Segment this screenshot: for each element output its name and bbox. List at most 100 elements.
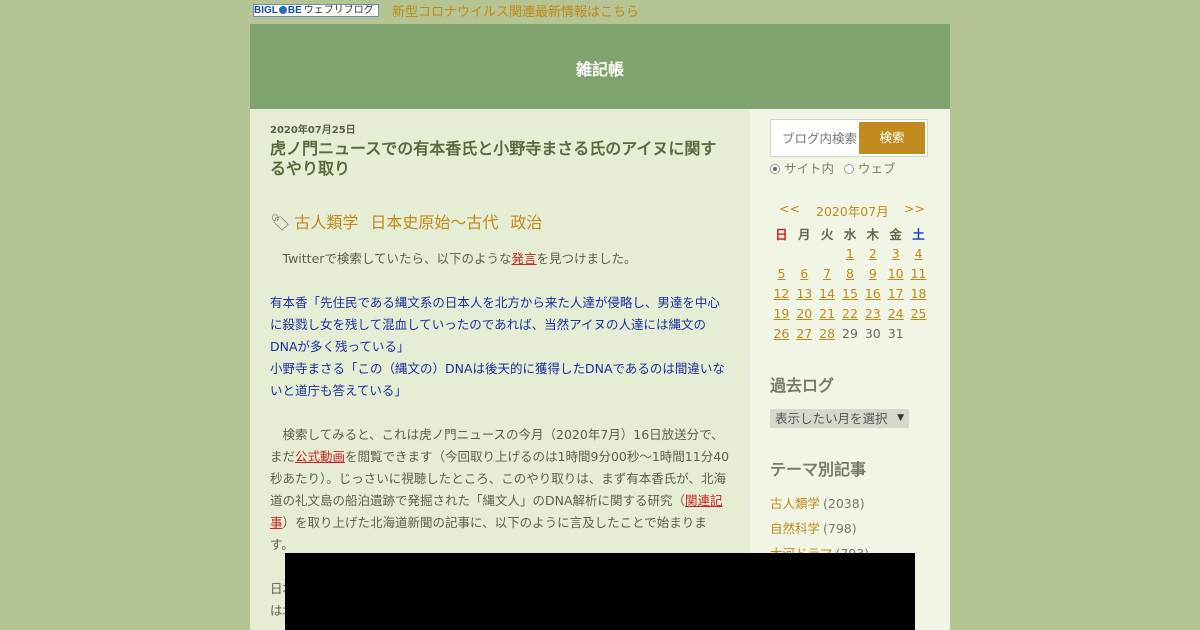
calendar-day: 29 — [842, 325, 858, 341]
sidebar: 検索 サイト内 ウェブ << 2020年07月 >> 日月火水木金土 12345… — [750, 109, 950, 630]
radio-web[interactable] — [844, 164, 854, 174]
post-title[interactable]: 虎ノ門ニュースでの有本香氏と小野寺まさる氏のアイヌに関するやり取り — [270, 139, 730, 179]
calendar-day[interactable]: 11 — [907, 263, 930, 283]
calendar-day-link[interactable]: 24 — [888, 306, 904, 321]
calendar-day — [770, 243, 793, 263]
globe-icon — [278, 6, 287, 14]
calendar-day[interactable]: 8 — [839, 263, 862, 283]
official-video-link[interactable]: 公式動画 — [295, 449, 345, 464]
top-bar: BIGL BE ウェブリブログ 新型コロナウイルス関連最新情報はこちら — [252, 0, 952, 24]
biglobe-logo[interactable]: BIGL BE ウェブリブログ — [253, 4, 379, 17]
covid-info-link[interactable]: 新型コロナウイルス関連最新情報はこちら — [392, 1, 639, 20]
calendar-day[interactable]: 4 — [907, 243, 930, 263]
calendar-month-link[interactable]: 2020年07月 — [816, 201, 889, 220]
archive-month-select[interactable]: 表示したい月を選択 ▼ — [770, 409, 909, 428]
calendar-nav: << 2020年07月 >> — [770, 201, 930, 221]
calendar-day-link[interactable]: 27 — [796, 326, 812, 341]
search-input[interactable] — [772, 121, 860, 155]
calendar-day: 31 — [887, 325, 904, 341]
calendar-day[interactable]: 13 — [793, 283, 816, 303]
search-button[interactable]: 検索 — [859, 122, 925, 154]
calendar-day-link[interactable]: 3 — [892, 246, 900, 261]
calendar-day-link[interactable]: 16 — [865, 286, 881, 301]
calendar-day[interactable]: 5 — [770, 263, 793, 283]
calendar-day-link[interactable]: 15 — [842, 286, 858, 301]
theme-link[interactable]: 自然科学 — [770, 521, 820, 536]
theme-link[interactable]: 古人類学 — [770, 496, 820, 511]
calendar-week: 1234 — [770, 243, 930, 263]
calendar-day[interactable]: 26 — [770, 323, 793, 343]
calendar-day-link[interactable]: 7 — [823, 266, 831, 281]
main-content: 2020年07月25日 虎ノ門ニュースでの有本香氏と小野寺まさる氏のアイヌに関す… — [250, 109, 750, 630]
calendar-day — [907, 323, 930, 343]
calendar-day[interactable]: 22 — [839, 303, 862, 323]
calendar-day[interactable]: 1 — [839, 243, 862, 263]
calendar-week: 12 13 14 15 16 17 18 — [770, 283, 930, 303]
calendar-prev-link[interactable]: << — [779, 201, 800, 216]
calendar-day[interactable]: 18 — [907, 283, 930, 303]
calendar-day-link[interactable]: 13 — [796, 286, 812, 301]
tag-link[interactable]: 古人類学 — [294, 213, 358, 232]
calendar-week: 19 20 21 22 23 24 25 — [770, 303, 930, 323]
calendar-day-link[interactable]: 5 — [777, 266, 785, 281]
quote-block: 有本香「先住民である縄文系の日本人を北方から来た人達が侵略し、男達を中心に殺戮し… — [270, 292, 730, 402]
calendar-day[interactable]: 15 — [839, 283, 862, 303]
calendar-day-link[interactable]: 8 — [846, 266, 854, 281]
calendar-day-link[interactable]: 1 — [846, 246, 854, 261]
theme-count: (798) — [823, 521, 857, 536]
calendar-day-link[interactable]: 25 — [911, 306, 927, 321]
calendar-day-link[interactable]: 9 — [869, 266, 877, 281]
archive-heading: 過去ログ — [770, 376, 835, 395]
calendar-day-link[interactable]: 2 — [869, 246, 877, 261]
theme-item: 自然科学 (798) — [770, 516, 869, 541]
post-paragraph: 検索してみると、これは虎ノ門ニュースの今月（2020年7月）16日放送分で、まだ… — [270, 427, 730, 552]
calendar-day-link[interactable]: 4 — [915, 246, 923, 261]
calendar-day: 30 — [864, 325, 881, 341]
calendar-next-link[interactable]: >> — [904, 201, 925, 216]
calendar-day-link[interactable]: 21 — [819, 306, 835, 321]
site-title[interactable]: 雑記帳 — [250, 56, 950, 80]
calendar-day-link[interactable]: 19 — [773, 306, 789, 321]
tags-icon: 🏷 — [270, 213, 291, 232]
calendar-day[interactable]: 14 — [816, 283, 839, 303]
calendar: << 2020年07月 >> 日月火水木金土 1 2 3 4 5 6 7 8 9 10 11 12 13… — [770, 201, 930, 343]
calendar-day[interactable]: 9 — [861, 263, 884, 283]
calendar-day[interactable]: 3 — [884, 243, 907, 263]
statement-link[interactable]: 発言 — [512, 251, 537, 266]
calendar-day-link[interactable]: 6 — [800, 266, 808, 281]
calendar-day-link[interactable]: 18 — [911, 286, 927, 301]
calendar-day-link[interactable]: 12 — [773, 286, 789, 301]
calendar-day-link[interactable]: 11 — [911, 266, 927, 281]
calendar-day[interactable]: 28 — [816, 323, 839, 343]
calendar-day-link[interactable]: 14 — [819, 286, 835, 301]
calendar-day[interactable]: 16 — [861, 283, 884, 303]
tag-link[interactable]: 日本史原始～古代 — [370, 213, 498, 232]
calendar-day[interactable]: 10 — [884, 263, 907, 283]
calendar-day[interactable]: 24 — [884, 303, 907, 323]
calendar-day[interactable]: 23 — [861, 303, 884, 323]
radio-site[interactable] — [770, 164, 780, 174]
post-tags: 🏷 古人類学 日本史原始～古代 政治 — [270, 209, 554, 233]
calendar-day[interactable]: 19 — [770, 303, 793, 323]
calendar-day-link[interactable]: 22 — [842, 306, 858, 321]
calendar-weekday: 土 — [912, 226, 925, 242]
calendar-day-link[interactable]: 23 — [865, 306, 881, 321]
calendar-day[interactable]: 17 — [884, 283, 907, 303]
video-overlay[interactable] — [285, 553, 915, 630]
calendar-day-link[interactable]: 26 — [773, 326, 789, 341]
calendar-day[interactable]: 12 — [770, 283, 793, 303]
calendar-day-link[interactable]: 20 — [796, 306, 812, 321]
calendar-day-link[interactable]: 10 — [888, 266, 904, 281]
calendar-day[interactable]: 27 — [793, 323, 816, 343]
calendar-day[interactable]: 7 — [816, 263, 839, 283]
tag-link[interactable]: 政治 — [510, 213, 542, 232]
calendar-weekday: 水 — [843, 226, 857, 242]
calendar-day[interactable]: 21 — [816, 303, 839, 323]
calendar-day-link[interactable]: 17 — [888, 286, 904, 301]
calendar-weekday: 木 — [866, 226, 880, 242]
calendar-day[interactable]: 20 — [793, 303, 816, 323]
calendar-day-link[interactable]: 28 — [819, 326, 835, 341]
calendar-day[interactable]: 25 — [907, 303, 930, 323]
calendar-day[interactable]: 2 — [861, 243, 884, 263]
calendar-day[interactable]: 6 — [793, 263, 816, 283]
